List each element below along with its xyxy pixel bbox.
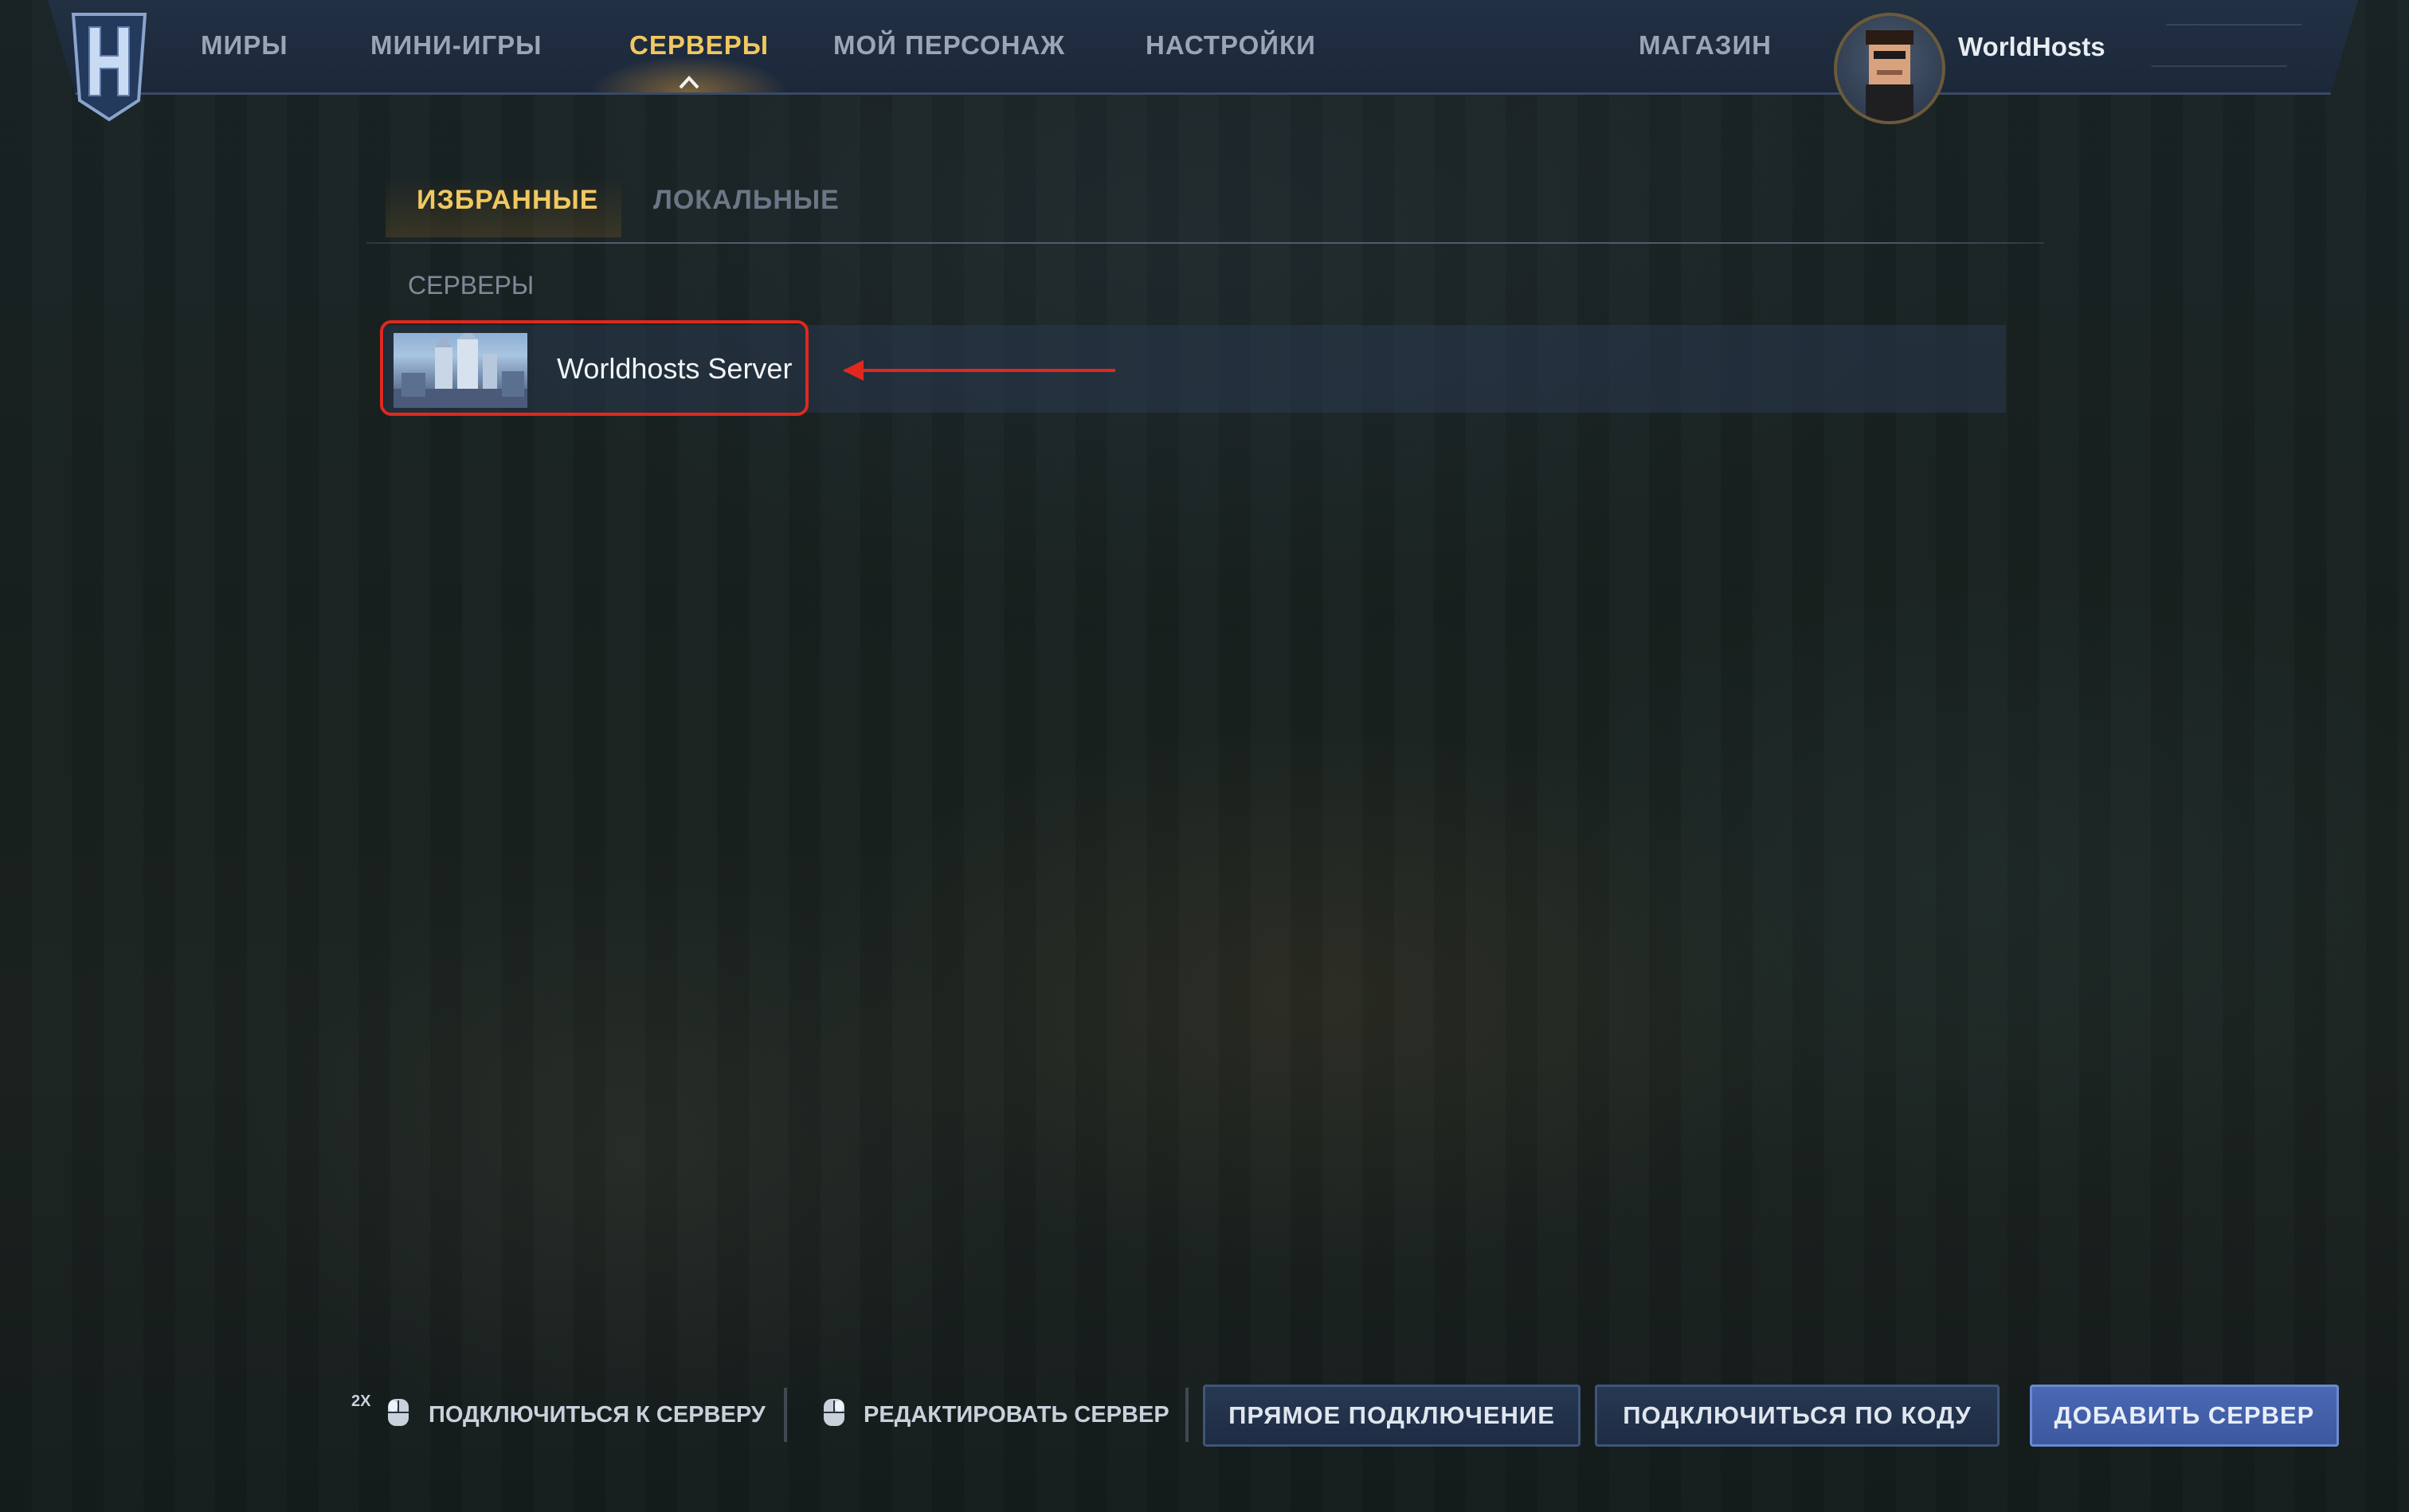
edit-server-action[interactable]: РЕДАКТИРОВАТЬ СЕРВЕР (864, 1402, 1169, 1428)
arrow-left-icon (843, 360, 864, 381)
tab-favorites[interactable]: ИЗБРАННЫЕ (417, 185, 599, 216)
annotation-highlight-box (380, 320, 809, 416)
connect-to-server-action[interactable]: ПОДКЛЮЧИТЬСЯ К СЕРВЕРУ (429, 1402, 766, 1428)
nav-item-minigames[interactable]: МИНИ-ИГРЫ (370, 30, 543, 70)
action-separator (784, 1388, 787, 1442)
nav-item-shop[interactable]: МАГАЗИН (1639, 30, 1772, 70)
tabs-divider (366, 242, 2044, 244)
nav-item-worlds[interactable]: МИРЫ (201, 30, 288, 70)
mouse-icon (388, 1399, 409, 1426)
hytale-logo-icon[interactable] (65, 6, 153, 124)
game-background (0, 0, 2409, 1512)
direct-connect-button[interactable]: ПРЯМОЕ ПОДКЛЮЧЕНИЕ (1203, 1385, 1581, 1447)
nav-item-servers[interactable]: СЕРВЕРЫ (629, 30, 769, 70)
nav-item-my-character[interactable]: МОЙ ПЕРСОНАЖ (833, 30, 1065, 70)
action-separator (1185, 1388, 1189, 1442)
chevron-up-icon (679, 76, 699, 89)
tab-local[interactable]: ЛОКАЛЬНЫЕ (653, 185, 840, 216)
add-server-button[interactable]: ДОБАВИТЬ СЕРВЕР (2030, 1385, 2339, 1447)
connect-by-code-button[interactable]: ПОДКЛЮЧИТЬСЯ ПО КОДУ (1595, 1385, 2000, 1447)
character-portrait-icon (1866, 30, 1913, 121)
double-click-hint: 2X (351, 1393, 371, 1410)
nav-item-settings[interactable]: НАСТРОЙКИ (1146, 30, 1316, 70)
username[interactable]: WorldHosts (1958, 32, 2105, 62)
annotation-arrow (844, 369, 1115, 372)
servers-section-label: СЕРВЕРЫ (408, 271, 535, 300)
navbar-ornament (2151, 24, 2302, 67)
avatar[interactable] (1834, 13, 1945, 124)
mouse-icon (824, 1399, 844, 1426)
